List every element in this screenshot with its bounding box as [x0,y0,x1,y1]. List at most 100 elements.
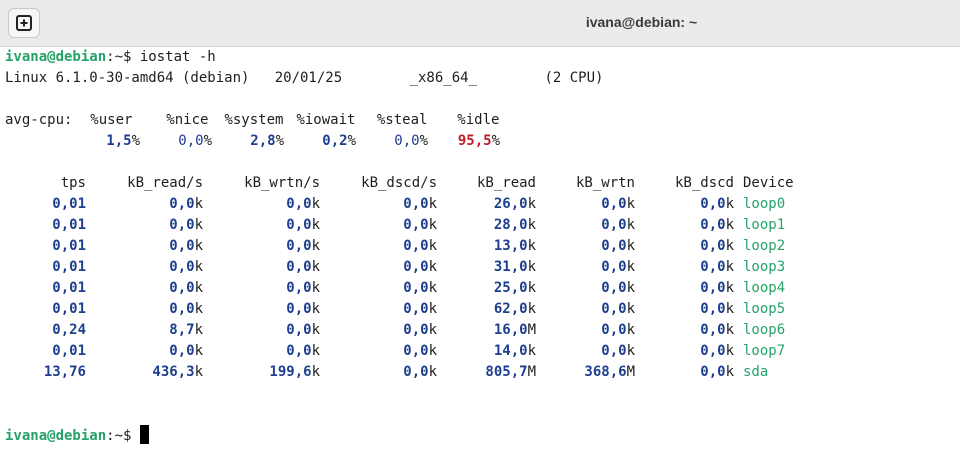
table-cell: 0,0k [286,280,320,296]
column-header: kB_dscd [674,175,734,191]
device-table-header: tps kB_read/s kB_wrtn/s kB_dscd/s kB_read kB_… [5,173,955,194]
prompt-path: :~$ [106,49,140,65]
cpu-values-line: 1,5% 0,0% 2,8% 0,2% 0,0% 95,5% [5,131,955,152]
table-cell: 0,0k [700,217,734,233]
table-cell: 0,0k [403,196,437,212]
table-cell: 0,0k [700,238,734,254]
table-cell: 0,0k [601,280,635,296]
device-name: loop1 [743,217,786,233]
table-cell: 0,0k [169,301,203,317]
prompt-user: ivana@debian [5,49,107,65]
table-cell: 0,0k [286,196,320,212]
cpu-header: %idle [457,112,500,128]
table-cell: 0,0k [601,196,635,212]
terminal-output[interactable]: ivana@debian:~$ iostat -h Linux 6.1.0-30… [5,47,955,446]
device-name: loop7 [743,343,786,359]
device-name: loop2 [743,238,786,254]
cpu-header-line: avg-cpu: %user %nice %system %iowait %steal %i… [5,110,955,131]
cpu-header: %system [224,112,284,128]
table-cell: 0,24 [52,322,86,338]
table-cell: 0,0k [601,322,635,338]
column-header: kB_dscd/s [361,175,437,191]
table-cell: 0,0k [169,217,203,233]
table-row: 0,24 8,7k 0,0k 0,0k 16,0M 0,0k 0,0k loop6 [5,320,955,341]
table-cell: 0,0k [403,259,437,275]
table-cell: 16,0M [493,322,536,338]
table-row: 0,01 0,0k 0,0k 0,0k 28,0k 0,0k 0,0k loop1 [5,215,955,236]
table-cell: 0,0k [403,280,437,296]
table-row: 0,01 0,0k 0,0k 0,0k 25,0k 0,0k 0,0k loop4 [5,278,955,299]
table-cell: 0,0k [700,343,734,359]
table-cell: 0,0k [169,280,203,296]
device-name: loop6 [743,322,786,338]
table-cell: 0,0k [286,301,320,317]
cpu-header: %steal [376,112,428,128]
table-cell: 0,0k [700,259,734,275]
device-name: sda [743,364,769,380]
table-cell: 0,0k [169,259,203,275]
window-title: ivana@debian: ~ [585,14,698,30]
table-cell: 0,0k [169,343,203,359]
table-cell: 14,0k [493,343,536,359]
cpu-header: %user [90,112,133,128]
cpu-header: %iowait [296,112,356,128]
cpu-value: 0,0% [178,133,212,149]
cpu-value: 2,8% [250,133,284,149]
table-cell: 0,0k [403,322,437,338]
table-cell: 0,01 [52,259,86,275]
system-info-line: Linux 6.1.0-30-amd64 (debian) 20/01/25 _… [5,70,604,86]
table-cell: 0,0k [700,364,734,380]
table-row: 0,01 0,0k 0,0k 0,0k 14,0k 0,0k 0,0k loop7 [5,341,955,362]
title-bar: ivana@debian: ~ [0,0,960,47]
cpu-value: 0,0% [394,133,428,149]
table-cell: 8,7k [169,322,203,338]
command-text: iostat -h [139,49,216,65]
column-header: tps [60,175,86,191]
table-cell: 0,0k [169,238,203,254]
table-cell: 0,0k [286,343,320,359]
table-cell: 0,0k [403,238,437,254]
table-cell: 0,0k [700,301,734,317]
table-cell: 0,0k [601,238,635,254]
table-cell: 26,0k [493,196,536,212]
table-cell: 0,0k [601,343,635,359]
column-header: kB_wrtn/s [244,175,320,191]
column-header: kB_read [476,175,536,191]
table-cell: 805,7M [485,364,536,380]
prompt-user: ivana@debian [5,428,107,444]
device-name: loop3 [743,259,786,275]
table-cell: 0,01 [52,196,86,212]
table-cell: 0,0k [286,238,320,254]
table-cell: 0,0k [286,322,320,338]
table-cell: 0,0k [286,259,320,275]
table-cell: 62,0k [493,301,536,317]
table-cell: 0,0k [286,217,320,233]
device-name: loop4 [743,280,786,296]
table-cell: 0,0k [601,301,635,317]
table-cell: 368,6M [584,364,635,380]
table-cell: 0,0k [601,259,635,275]
table-cell: 0,0k [403,364,437,380]
table-row: 13,76 436,3k 199,6k 0,0k 805,7M 368,6M 0,0k sda [5,362,955,383]
table-cell: 0,01 [52,343,86,359]
table-cell: 0,0k [403,217,437,233]
cpu-value: 0,2% [322,133,356,149]
prompt-line[interactable]: ivana@debian:~$ [5,425,955,446]
table-cell: 0,0k [169,196,203,212]
table-cell: 0,0k [403,301,437,317]
cpu-value: 1,5% [106,133,140,149]
prompt-path: :~$ [106,428,140,444]
table-cell: 0,0k [700,196,734,212]
table-cell: 0,0k [403,343,437,359]
table-cell: 0,0k [700,322,734,338]
cpu-value-idle: 95,5% [457,133,500,149]
table-cell: 13,0k [493,238,536,254]
table-cell: 0,01 [52,238,86,254]
cpu-header: %nice [166,112,209,128]
table-cell: 13,76 [43,364,86,380]
table-cell: 0,0k [700,280,734,296]
table-row: 0,01 0,0k 0,0k 0,0k 26,0k 0,0k 0,0k loop0 [5,194,955,215]
